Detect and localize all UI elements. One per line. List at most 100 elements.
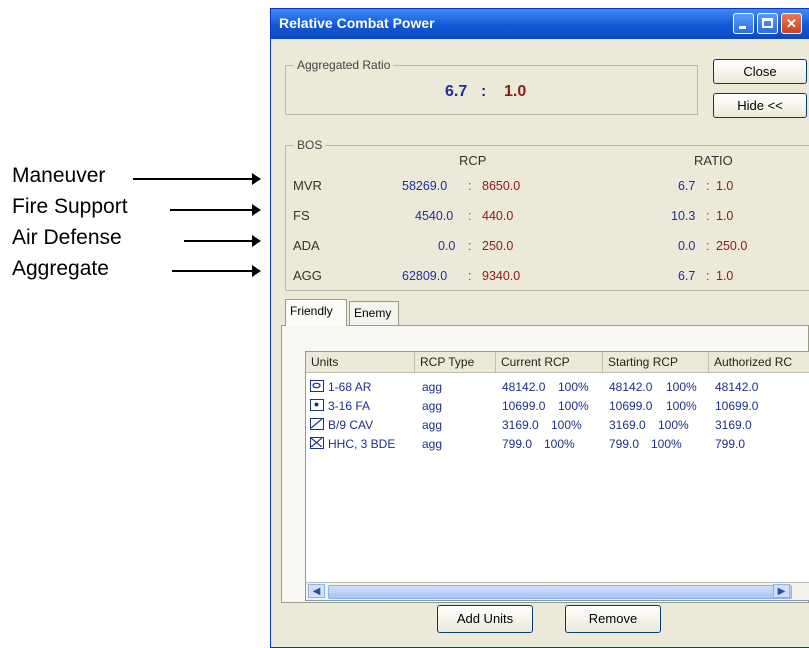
title-bar[interactable]: Relative Combat Power ✕	[271, 9, 809, 39]
minimize-icon	[739, 26, 746, 29]
hide-button[interactable]: Hide <<	[713, 93, 807, 118]
column-header-starting-rcp[interactable]: Starting RCP	[603, 352, 709, 372]
starting-rcp: 799.0	[609, 437, 640, 451]
bos-mvr-rcp-enemy: 8650.0	[482, 179, 521, 193]
horizontal-scrollbar[interactable]: ◀ ▶	[306, 582, 809, 600]
current-rcp-pct: 100%	[558, 380, 589, 394]
unit-name: 1-68 AR	[328, 380, 372, 394]
relative-combat-power-window: Relative Combat Power ✕ Aggregated Ratio…	[270, 8, 809, 648]
starting-rcp-pct: 100%	[651, 437, 682, 451]
authorized-rcp: 10699.0	[715, 399, 759, 413]
rcp-type: agg	[422, 418, 443, 432]
close-button[interactable]: Close	[713, 59, 807, 84]
starting-rcp-pct: 100%	[666, 399, 697, 413]
unit-name: 3-16 FA	[328, 399, 371, 413]
bos-fs-ratio-left: 10.3	[671, 209, 696, 223]
authorized-rcp: 48142.0	[715, 380, 759, 394]
units-table-header: Units RCP Type Current RCP Starting RCP …	[306, 352, 809, 373]
authorized-rcp: 3169.0	[715, 418, 752, 432]
units-table: Units RCP Type Current RCP Starting RCP …	[305, 351, 809, 601]
table-row[interactable]: B/9 CAV agg 3169.0 100% 3169.0 100% 3169…	[306, 417, 809, 435]
authorized-rcp: 799.0	[715, 437, 746, 451]
bos-ada-rcp-enemy: 250.0	[482, 239, 514, 253]
starting-rcp-pct: 100%	[666, 380, 697, 394]
current-rcp-pct: 100%	[544, 437, 575, 451]
arrow-aggregate	[172, 265, 261, 277]
current-rcp: 3169.0	[502, 418, 539, 432]
tab-enemy[interactable]: Enemy	[349, 301, 399, 326]
rcp-header: RCP	[459, 153, 487, 168]
bos-ada-ratio-right: 250.0	[716, 239, 748, 253]
current-rcp-pct: 100%	[551, 418, 582, 432]
current-rcp: 48142.0	[502, 380, 546, 394]
bos-ada-rcp-friendly: 0.0	[438, 239, 456, 253]
scroll-right-icon[interactable]: ▶	[773, 584, 790, 598]
remove-button[interactable]: Remove	[565, 605, 661, 633]
aggregated-ratio-sep: :	[481, 83, 487, 100]
bos-mvr-ratio-sep: :	[706, 179, 710, 193]
ratio-header: RATIO	[694, 153, 733, 168]
unit-name: HHC, 3 BDE	[328, 437, 396, 451]
arrow-fire-support	[170, 204, 261, 216]
bos-mvr-rcp-sep: :	[468, 179, 472, 193]
annotation-air-defense: Air Defense	[12, 226, 122, 249]
table-row[interactable]: 3-16 FA agg 10699.0 100% 10699.0 100% 10…	[306, 398, 809, 416]
bos-agg-ratio-right: 1.0	[716, 269, 734, 283]
scrollbar-thumb[interactable]	[328, 585, 792, 599]
add-units-button[interactable]: Add Units	[437, 605, 533, 633]
bos-agg-rcp-sep: :	[468, 269, 472, 283]
current-rcp-pct: 100%	[558, 399, 589, 413]
bos-label-fs: FS	[293, 208, 310, 223]
annotation-aggregate: Aggregate	[12, 257, 109, 280]
rcp-type: agg	[422, 380, 443, 394]
current-rcp: 10699.0	[502, 399, 546, 413]
bos-fs-rcp-enemy: 440.0	[482, 209, 514, 223]
bos-mvr-ratio-left: 6.7	[678, 179, 696, 193]
artillery-unit-icon	[310, 399, 324, 411]
bos-ada-ratio-sep: :	[706, 239, 710, 253]
armor-unit-icon	[310, 380, 324, 392]
annotation-fire-support: Fire Support	[12, 195, 128, 218]
bos-fs-rcp-friendly: 4540.0	[415, 209, 454, 223]
starting-rcp: 3169.0	[609, 418, 646, 432]
column-header-rcp-type[interactable]: RCP Type	[415, 352, 496, 372]
bos-label-ada: ADA	[293, 238, 320, 253]
table-row[interactable]: 1-68 AR agg 48142.0 100% 48142.0 100% 48…	[306, 379, 809, 397]
bos-agg-ratio-sep: :	[706, 269, 710, 283]
bos-legend: BOS	[294, 138, 326, 152]
close-x-icon: ✕	[786, 16, 797, 31]
rcp-type: agg	[422, 437, 443, 451]
tab-friendly[interactable]: Friendly	[285, 299, 347, 326]
bos-label-mvr: MVR	[293, 178, 322, 193]
minimize-button[interactable]	[733, 13, 754, 34]
rcp-type: agg	[422, 399, 443, 413]
close-window-button[interactable]: ✕	[781, 13, 802, 34]
bos-agg-rcp-enemy: 9340.0	[482, 269, 521, 283]
column-header-units[interactable]: Units	[306, 352, 415, 372]
bos-group: BOS RCP RATIO MVR 58269.0 : 8650.0 6.7 :…	[285, 138, 809, 291]
arrow-maneuver	[133, 173, 261, 185]
infantry-unit-icon	[310, 437, 324, 449]
column-header-authorized-rcp[interactable]: Authorized RC	[709, 352, 809, 372]
bos-mvr-rcp-friendly: 58269.0	[402, 179, 448, 193]
aggregated-ratio-legend: Aggregated Ratio	[294, 58, 394, 72]
bos-fs-ratio-sep: :	[706, 209, 710, 223]
scroll-left-icon[interactable]: ◀	[308, 584, 325, 598]
starting-rcp: 48142.0	[609, 380, 653, 394]
aggregated-ratio-left: 6.7	[445, 83, 468, 100]
bos-label-agg: AGG	[293, 268, 322, 283]
annotation-maneuver: Maneuver	[12, 164, 106, 187]
bos-fs-rcp-sep: :	[468, 209, 472, 223]
bos-agg-ratio-left: 6.7	[678, 269, 696, 283]
maximize-button[interactable]	[757, 13, 778, 34]
cavalry-unit-icon	[310, 418, 324, 430]
maximize-icon	[762, 18, 773, 28]
bos-ada-rcp-sep: :	[468, 239, 472, 253]
table-row[interactable]: HHC, 3 BDE agg 799.0 100% 799.0 100% 799…	[306, 436, 809, 454]
bos-fs-ratio-right: 1.0	[716, 209, 734, 223]
bos-mvr-ratio-right: 1.0	[716, 179, 734, 193]
bos-agg-rcp-friendly: 62809.0	[402, 269, 448, 283]
arrow-air-defense	[184, 235, 261, 247]
starting-rcp-pct: 100%	[658, 418, 689, 432]
column-header-current-rcp[interactable]: Current RCP	[496, 352, 603, 372]
